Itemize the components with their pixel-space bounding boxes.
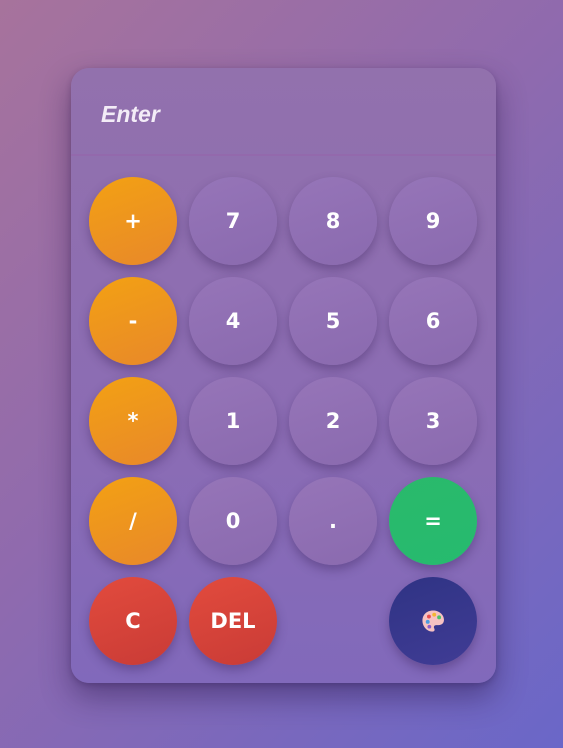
delete-button[interactable]: DEL xyxy=(189,577,277,665)
theme-button[interactable] xyxy=(389,577,477,665)
display-area xyxy=(71,68,496,156)
zero-button[interactable]: 0 xyxy=(189,477,277,565)
two-button[interactable]: 2 xyxy=(289,377,377,465)
three-button[interactable]: 3 xyxy=(389,377,477,465)
seven-button[interactable]: 7 xyxy=(189,177,277,265)
eight-button[interactable]: 8 xyxy=(289,177,377,265)
calculator: + 7 8 9 - 4 5 6 * 1 2 3 / 0 . = C DEL xyxy=(71,68,496,683)
divide-button[interactable]: / xyxy=(89,477,177,565)
four-button[interactable]: 4 xyxy=(189,277,277,365)
minus-button[interactable]: - xyxy=(89,277,177,365)
one-button[interactable]: 1 xyxy=(189,377,277,465)
six-button[interactable]: 6 xyxy=(389,277,477,365)
five-button[interactable]: 5 xyxy=(289,277,377,365)
multiply-button[interactable]: * xyxy=(89,377,177,465)
palette-icon xyxy=(422,610,444,632)
equals-button[interactable]: = xyxy=(389,477,477,565)
decimal-button[interactable]: . xyxy=(289,477,377,565)
nine-button[interactable]: 9 xyxy=(389,177,477,265)
plus-button[interactable]: + xyxy=(89,177,177,265)
clear-button[interactable]: C xyxy=(89,577,177,665)
display-input[interactable] xyxy=(101,94,461,134)
